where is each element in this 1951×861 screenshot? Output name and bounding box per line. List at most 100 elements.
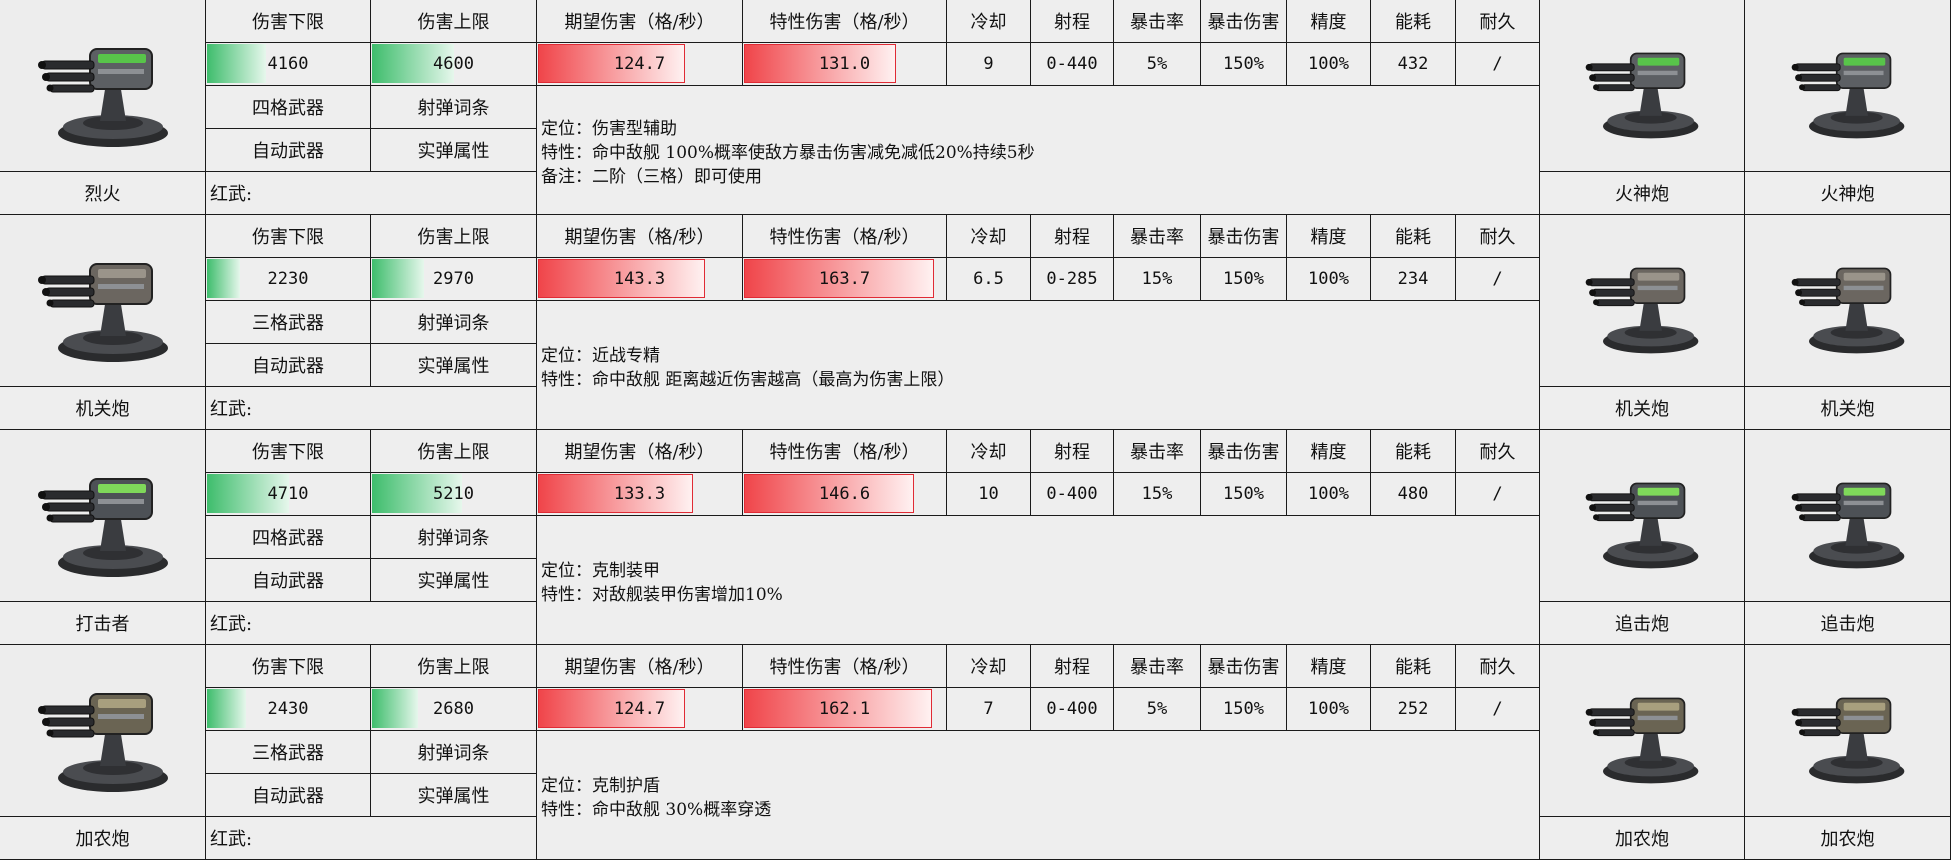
weapon-name: 烈火	[0, 172, 206, 215]
cell-text: 射弹词条	[417, 98, 490, 119]
value-text: /	[1492, 484, 1503, 504]
turret-icon	[37, 47, 168, 147]
upgrade-name-text: 机关炮	[1820, 399, 1875, 420]
value-crit-rate: 5%	[1114, 688, 1201, 731]
value-text: 4710	[267, 484, 309, 504]
cell-text: 射弹词条	[417, 313, 490, 334]
header-special-dmg: 特性伤害（格/秒）	[743, 430, 947, 473]
header-dmg-max: 伤害上限	[371, 215, 537, 258]
slot-type: 三格武器	[206, 731, 371, 774]
value-dmg-min: 4160	[206, 43, 371, 86]
turret-icon	[37, 477, 168, 577]
header-text: 伤害上限	[417, 12, 490, 33]
description-line: 特性：对敌舰装甲伤害增加10%	[541, 584, 783, 605]
header-dmg-min: 伤害下限	[206, 0, 371, 43]
header-expected-dmg: 期望伤害（格/秒）	[537, 0, 743, 43]
turret-icon	[1791, 482, 1904, 569]
value-dmg-max: 5210	[371, 473, 537, 516]
cell-text: 红武:	[210, 829, 253, 850]
cell-text: 三格武器	[252, 313, 324, 334]
cell-text: 四格武器	[252, 98, 324, 119]
ammo-attribute: 实弹属性	[371, 559, 537, 602]
weapon-name: 打击者	[0, 602, 206, 645]
header-text: 精度	[1310, 227, 1347, 248]
turret-icon	[1791, 697, 1904, 784]
cell-text: 四格武器	[252, 528, 324, 549]
header-energy: 能耗	[1371, 0, 1456, 43]
cell-text: 实弹属性	[417, 356, 490, 377]
header-text: 冷却	[970, 12, 1007, 33]
value-range: 0-400	[1031, 473, 1114, 516]
header-text: 期望伤害（格/秒）	[564, 657, 715, 678]
data-bar	[207, 689, 247, 728]
cell-text: 射弹词条	[417, 528, 490, 549]
red-weapon-label: 红武:	[206, 817, 537, 860]
slot-type: 三格武器	[206, 301, 371, 344]
value-text: 6.5	[973, 269, 1004, 289]
weapon-description: 定位：伤害型辅助 特性：命中敌舰 100%概率使敌方暴击伤害减免减低20%持续5秒…	[537, 86, 1540, 215]
fire-mode: 自动武器	[206, 774, 371, 817]
header-text: 耐久	[1479, 657, 1516, 678]
value-text: 480	[1397, 484, 1429, 504]
header-text: 伤害上限	[417, 657, 490, 678]
weapon-name: 机关炮	[0, 387, 206, 430]
header-text: 精度	[1310, 442, 1347, 463]
value-cooldown: 9	[947, 43, 1031, 86]
value-text: 432	[1397, 54, 1429, 74]
header-text: 能耗	[1395, 227, 1431, 248]
header-text: 暴击率	[1130, 12, 1184, 33]
header-text: 伤害上限	[417, 227, 490, 248]
upgrade-2-name: 火神炮	[1745, 172, 1951, 215]
value-accuracy: 100%	[1287, 43, 1371, 86]
value-durability: /	[1456, 258, 1540, 301]
weapon-name: 加农炮	[0, 817, 206, 860]
value-text: 150%	[1223, 484, 1264, 504]
fire-mode: 自动武器	[206, 129, 371, 172]
upgrade-2-name: 机关炮	[1745, 387, 1951, 430]
upgrade-name-text: 火神炮	[1820, 184, 1875, 205]
description-line: 备注：二阶（三格）即可使用	[541, 166, 762, 187]
value-text: 2430	[267, 699, 309, 719]
header-text: 暴击伤害	[1207, 12, 1280, 33]
description-line: 特性：命中敌舰 距离越近伤害越高（最高为伤害上限）	[541, 369, 955, 390]
upgrade-2-name: 加农炮	[1745, 817, 1951, 860]
upgrade-2-image	[1745, 0, 1951, 172]
header-crit-dmg: 暴击伤害	[1201, 430, 1287, 473]
upgrade-name-text: 加农炮	[1615, 829, 1669, 850]
upgrade-2-image	[1745, 215, 1951, 387]
projectile-tag: 射弹词条	[371, 86, 537, 129]
weapon-image	[0, 430, 206, 602]
header-range: 射程	[1031, 430, 1114, 473]
value-special-dmg: 131.0	[743, 43, 947, 86]
value-accuracy: 100%	[1287, 258, 1371, 301]
description-line: 定位：克制装甲	[541, 560, 660, 581]
value-text: /	[1492, 54, 1503, 74]
value-text: 7	[983, 699, 994, 719]
turret-icon	[1585, 482, 1699, 569]
header-text: 伤害下限	[252, 227, 324, 248]
cell-text: 射弹词条	[417, 743, 490, 764]
header-crit-rate: 暴击率	[1114, 215, 1201, 258]
upgrade-1-image	[1540, 645, 1745, 817]
header-dmg-min: 伤害下限	[206, 645, 371, 688]
value-energy: 252	[1371, 688, 1456, 731]
value-crit-rate: 5%	[1114, 43, 1201, 86]
description-line: 定位：克制护盾	[541, 775, 660, 796]
upgrade-1-name: 机关炮	[1540, 387, 1745, 430]
description-line: 定位：伤害型辅助	[541, 118, 677, 139]
value-range: 0-440	[1031, 43, 1114, 86]
value-dmg-max: 4600	[371, 43, 537, 86]
value-crit-dmg: 150%	[1201, 473, 1287, 516]
header-dmg-min: 伤害下限	[206, 430, 371, 473]
upgrade-name-text: 机关炮	[1615, 399, 1669, 420]
weapon-image	[0, 0, 206, 172]
value-energy: 480	[1371, 473, 1456, 516]
data-bar	[207, 259, 240, 298]
upgrade-1-image	[1540, 215, 1745, 387]
header-text: 期望伤害（格/秒）	[564, 227, 715, 248]
header-expected-dmg: 期望伤害（格/秒）	[537, 645, 743, 688]
value-text: 9	[983, 54, 994, 74]
value-text: 252	[1397, 699, 1429, 719]
header-accuracy: 精度	[1287, 0, 1371, 43]
header-durability: 耐久	[1456, 215, 1540, 258]
